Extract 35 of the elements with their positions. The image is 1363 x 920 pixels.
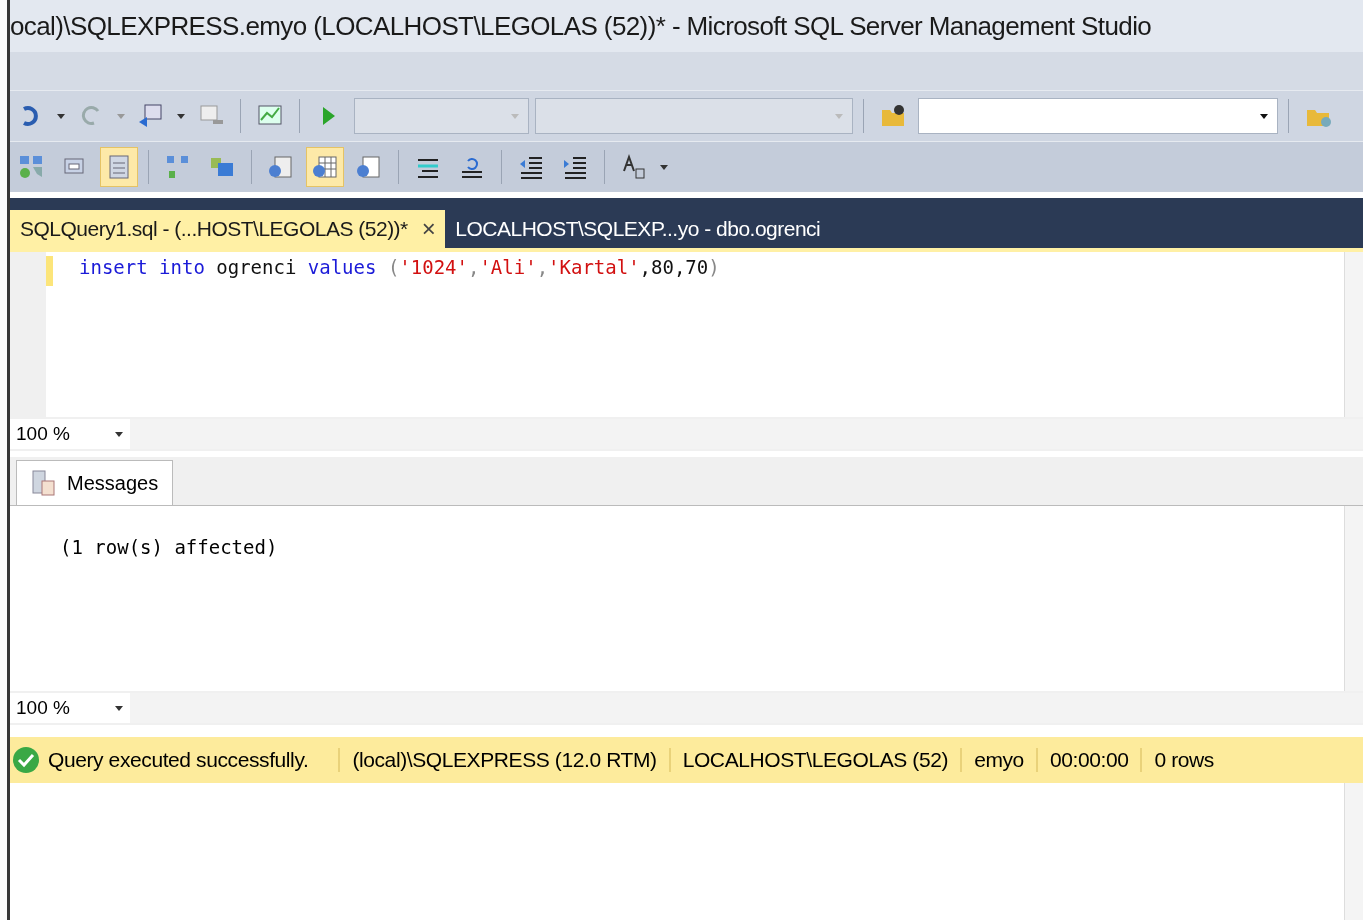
status-item: (local)\SQLEXPRESS (12.0 RTM) [338, 748, 669, 772]
document-icon[interactable] [267, 153, 295, 181]
status-item: 00:00:00 [1035, 748, 1141, 772]
document-icon [31, 469, 57, 497]
code-line: insert into ogrenci values ('1024','Ali','Kartal',80,70) [79, 256, 721, 278]
change-marker [46, 256, 53, 286]
document-tab[interactable]: SQLQuery1.sql - (...HOST\LEGOLAS (52))* × [10, 210, 446, 248]
status-item: LOCALHOST\LEGOLAS (52) [668, 748, 961, 772]
file-icon[interactable] [355, 153, 383, 181]
caret-icon[interactable] [1259, 112, 1269, 120]
scrollbar[interactable] [1344, 783, 1363, 920]
message-text: (1 row(s) affected) [60, 536, 279, 558]
zoom-dropdown[interactable]: 100 % [10, 419, 130, 449]
tab-label: LOCALHOST\SQLEXP...yo - dbo.ogrenci [455, 217, 821, 241]
status-item: emyo [960, 748, 1036, 772]
caret-icon[interactable] [659, 163, 669, 171]
play-icon[interactable] [321, 105, 337, 127]
window-title: ocal)\SQLEXPRESS.emyo (LOCALHOST\LEGOLAS (52))* - Microsoft SQL Server Management Studio [10, 10, 1152, 42]
status-message: Query executed successfully. [48, 748, 309, 772]
tab-label: SQLQuery1.sql - (...HOST\LEGOLAS (52))* [20, 217, 408, 241]
document-tab[interactable]: LOCALHOST\SQLEXP...yo - dbo.ogrenci [445, 210, 831, 248]
grid-icon[interactable] [311, 153, 339, 181]
caret-icon[interactable] [114, 430, 124, 438]
dropdown-field[interactable] [918, 98, 1278, 134]
zoom-dropdown[interactable]: 100 % [10, 693, 130, 723]
caret-icon[interactable] [56, 112, 66, 120]
check-icon [12, 746, 40, 774]
messages-tab[interactable]: Messages [16, 460, 174, 505]
scrollbar[interactable] [1344, 252, 1363, 417]
close-icon[interactable]: × [421, 215, 436, 243]
caret-icon[interactable] [176, 112, 186, 120]
status-item: 0 rows [1140, 748, 1226, 772]
font-icon[interactable] [620, 153, 648, 181]
scrollbar[interactable] [1344, 506, 1363, 691]
caret-icon[interactable] [114, 704, 124, 712]
